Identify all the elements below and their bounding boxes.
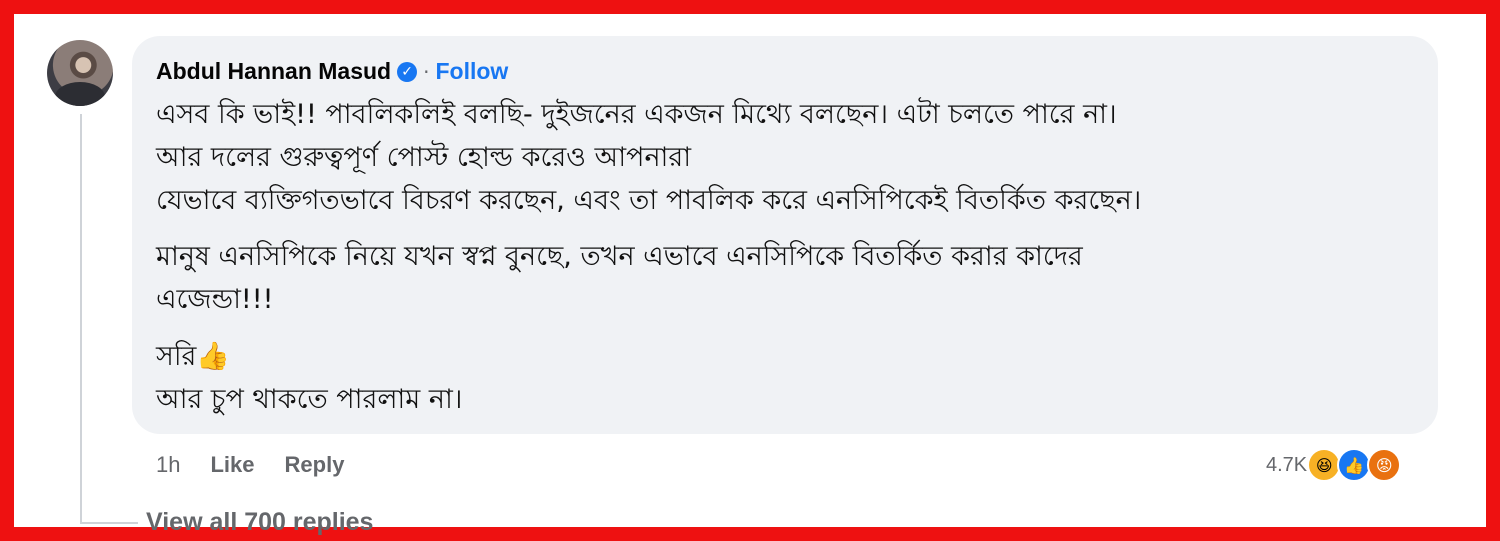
comment-line-5: এজেন্ডা!!!	[156, 284, 274, 315]
haha-icon: 😆	[1307, 448, 1342, 482]
comment-header: Abdul Hannan Masud ✓ · Follow	[156, 58, 508, 85]
comment-line-7: আর চুপ থাকতে পারলাম না।	[156, 384, 463, 415]
avatar[interactable]	[47, 40, 113, 106]
comment-actions: 1h Like Reply	[156, 452, 344, 478]
comment-line-4: মানুষ এনসিপিকে নিয়ে যখন স্বপ্ন বুনছে, ত…	[156, 241, 1083, 272]
view-all-replies-link[interactable]: View all 700 replies	[146, 508, 373, 537]
verified-badge-icon: ✓	[397, 61, 418, 82]
follow-button[interactable]: Follow	[435, 58, 508, 85]
separator-dot: ·	[423, 59, 430, 84]
reaction-count: 4.7K	[1266, 453, 1308, 476]
reply-button[interactable]: Reply	[285, 452, 345, 478]
comment-line-3: যেভাবে ব্যক্তিগতভাবে বিচরণ করছেন, এবং তা…	[156, 185, 1142, 216]
thread-elbow	[80, 522, 138, 524]
angry-icon: 😡	[1367, 448, 1402, 482]
author-name[interactable]: Abdul Hannan Masud	[156, 58, 391, 85]
comment-time[interactable]: 1h	[156, 452, 180, 478]
comment-line-1: এসব কি ভাই!! পাবলিকলিই বলছি- দুইজনের একজ…	[156, 99, 1117, 130]
thread-line	[80, 114, 82, 524]
like-icon: 👍	[1337, 448, 1372, 482]
reaction-summary[interactable]: 4.7K 😆 👍 😡	[1266, 448, 1402, 482]
comment-line-2: আর দলের গুরুত্বপূর্ণ পোস্ট হোল্ড করেও আপ…	[156, 142, 692, 173]
avatar-figure	[55, 82, 105, 106]
like-button[interactable]: Like	[210, 452, 254, 478]
screenshot-frame: Abdul Hannan Masud ✓ · Follow এসব কি ভাই…	[0, 0, 1500, 541]
comment-line-6: সরি👍	[156, 341, 231, 372]
